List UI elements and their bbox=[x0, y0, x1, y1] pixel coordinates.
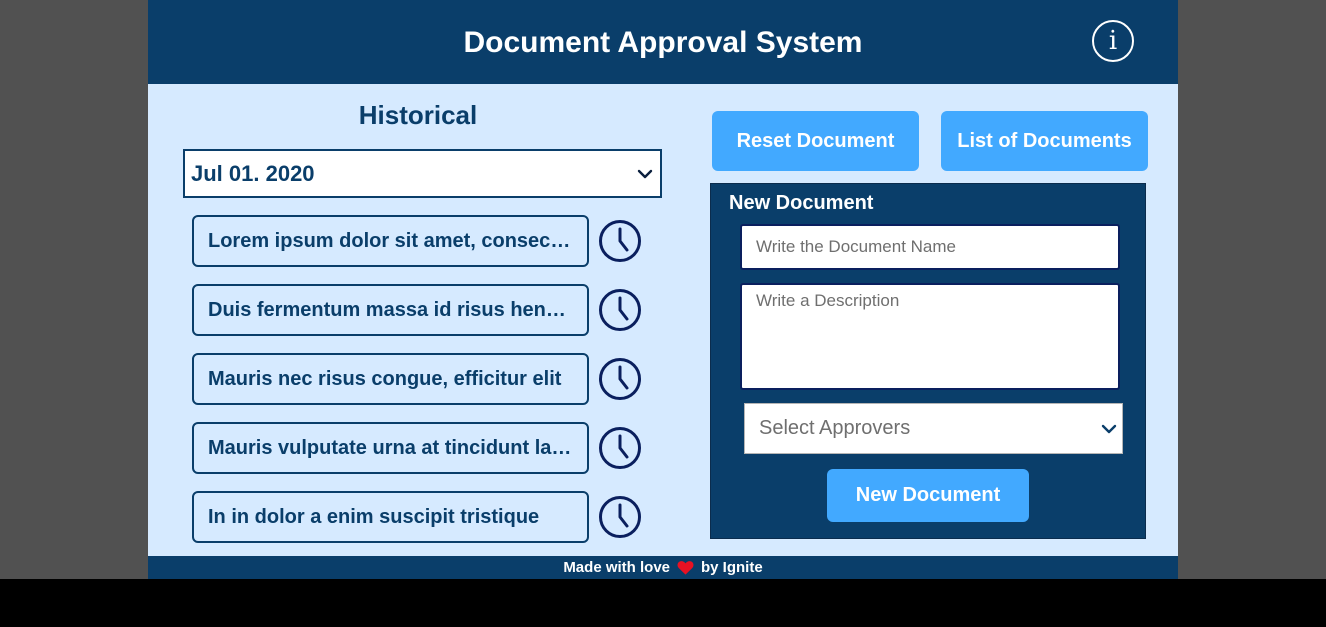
history-row: In in dolor a enim suscipit tristique bbox=[192, 491, 642, 543]
page-title: Document Approval System bbox=[463, 26, 863, 59]
new-document-button[interactable]: New Document bbox=[827, 469, 1029, 522]
history-item-label: Duis fermentum massa id risus hendrerit bbox=[208, 298, 573, 321]
history-row: Duis fermentum massa id risus hendrerit bbox=[192, 284, 642, 336]
date-dropdown[interactable]: Jul 01. 2020 bbox=[183, 149, 662, 198]
clock-icon[interactable] bbox=[598, 219, 642, 263]
footer-text-after: by Ignite bbox=[701, 559, 763, 576]
description-textarea[interactable] bbox=[740, 283, 1120, 390]
info-button[interactable]: i bbox=[1092, 20, 1134, 62]
clock-icon[interactable] bbox=[598, 357, 642, 401]
date-dropdown-value: Jul 01. 2020 bbox=[191, 160, 315, 186]
history-item[interactable]: Mauris nec risus congue, efficitur elit bbox=[192, 353, 589, 405]
chevron-down-icon bbox=[1101, 424, 1117, 434]
historical-title: Historical bbox=[358, 100, 478, 130]
history-row: Lorem ipsum dolor sit amet, consectetur … bbox=[192, 215, 642, 267]
footer-text-before: Made with love bbox=[563, 559, 670, 576]
chevron-down-icon bbox=[637, 169, 653, 179]
new-document-panel: New Document Select Approvers New Docume… bbox=[710, 183, 1146, 539]
reset-document-button[interactable]: Reset Document bbox=[712, 111, 919, 171]
history-item-label: Mauris nec risus congue, efficitur elit bbox=[208, 367, 562, 390]
heart-icon bbox=[677, 561, 694, 575]
info-icon: i bbox=[1108, 26, 1118, 56]
history-item[interactable]: Duis fermentum massa id risus hendrerit bbox=[192, 284, 589, 336]
list-documents-button[interactable]: List of Documents bbox=[941, 111, 1148, 171]
clock-icon[interactable] bbox=[598, 288, 642, 332]
history-item[interactable]: Mauris vulputate urna at tincidunt lacin… bbox=[192, 422, 589, 474]
history-row: Mauris nec risus congue, efficitur elit bbox=[192, 353, 642, 405]
history-row: Mauris vulputate urna at tincidunt lacin… bbox=[192, 422, 642, 474]
approvers-select-value: Select Approvers bbox=[759, 417, 911, 439]
clock-icon[interactable] bbox=[598, 426, 642, 470]
new-document-title: New Document bbox=[729, 192, 874, 214]
history-item-label: Lorem ipsum dolor sit amet, consectetur … bbox=[208, 229, 573, 252]
history-item-label: Mauris vulputate urna at tincidunt lacin… bbox=[208, 436, 573, 459]
app-header: Document Approval System i bbox=[148, 0, 1178, 84]
history-item[interactable]: Lorem ipsum dolor sit amet, consectetur … bbox=[192, 215, 589, 267]
footer: Made with love by Ignite bbox=[148, 556, 1178, 579]
history-item[interactable]: In in dolor a enim suscipit tristique bbox=[192, 491, 589, 543]
approvers-select[interactable]: Select Approvers bbox=[744, 403, 1123, 454]
clock-icon[interactable] bbox=[598, 495, 642, 539]
history-item-label: In in dolor a enim suscipit tristique bbox=[208, 505, 540, 528]
document-name-input[interactable] bbox=[740, 224, 1120, 270]
app-container: Document Approval System i Historical Ju… bbox=[148, 0, 1178, 579]
